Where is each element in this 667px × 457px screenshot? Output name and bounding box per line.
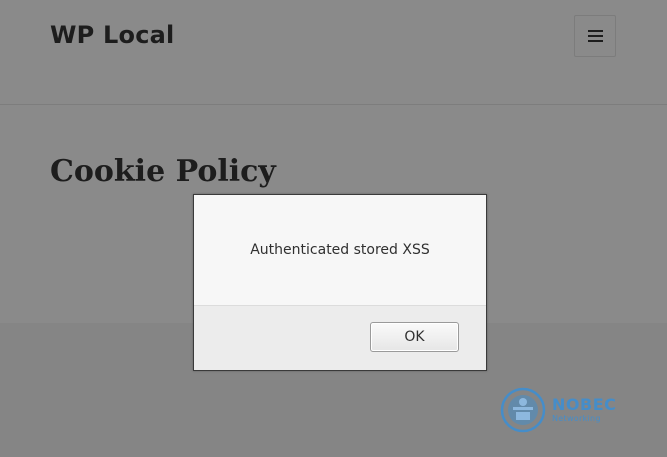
page-title: Cookie Policy: [50, 154, 276, 189]
nobec-logo-icon: [500, 387, 546, 433]
alert-dialog: Authenticated stored XSS OK: [193, 194, 487, 371]
alert-dialog-body: Authenticated stored XSS: [194, 195, 486, 306]
watermark-name: NOBEC: [552, 395, 617, 414]
site-title[interactable]: WP Local: [50, 21, 174, 49]
alert-dialog-footer: OK: [194, 306, 486, 370]
watermark: NOBEC Networking: [500, 387, 625, 435]
site-header: WP Local: [0, 0, 667, 105]
ok-button[interactable]: OK: [370, 322, 459, 352]
menu-toggle-button[interactable]: [574, 15, 616, 57]
alert-message: Authenticated stored XSS: [250, 242, 430, 258]
watermark-subtitle: Networking: [552, 414, 601, 423]
hamburger-menu-icon: [587, 30, 603, 42]
